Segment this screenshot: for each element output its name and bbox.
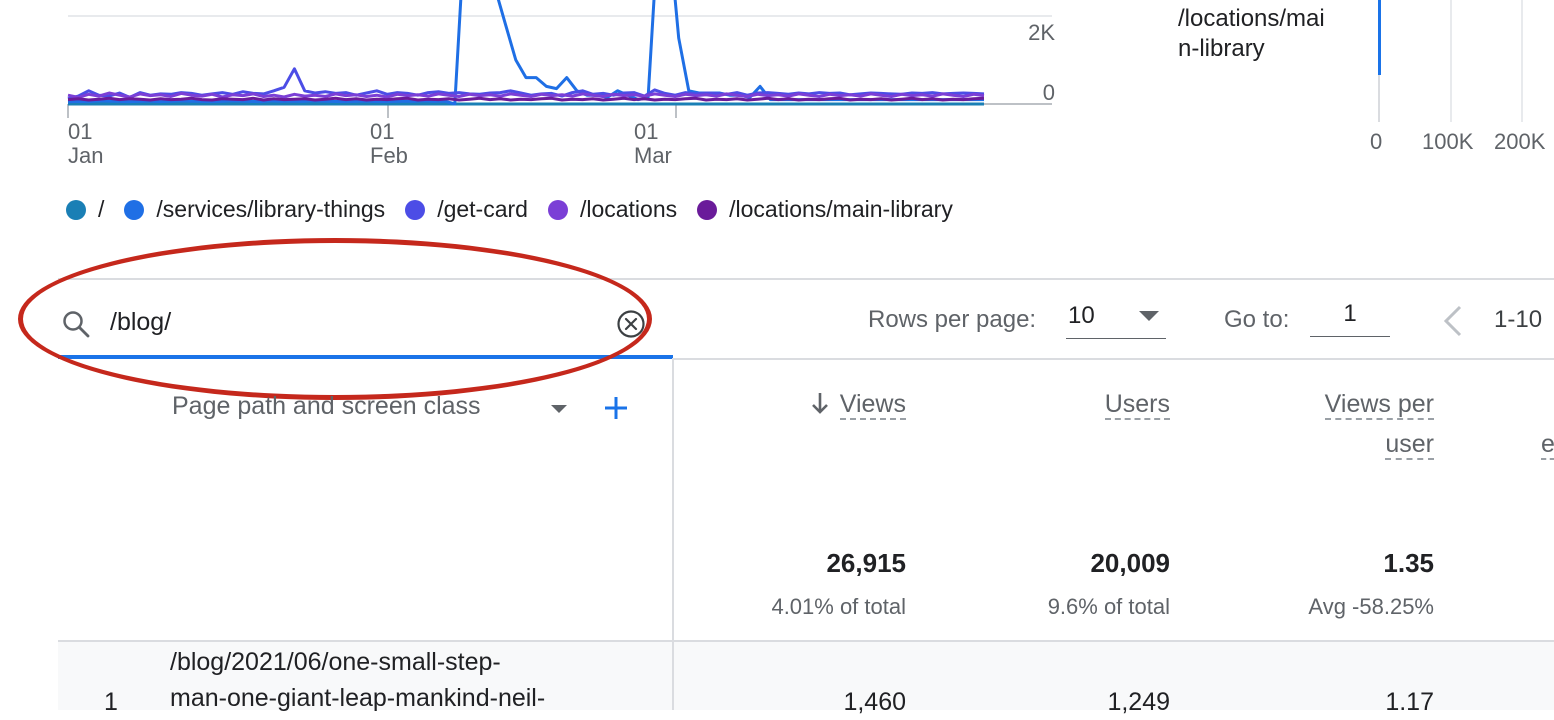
dimension-column-header[interactable]: Page path and screen class	[172, 392, 481, 421]
legend-item[interactable]: /	[66, 196, 104, 223]
total-views-per-user: 1.35	[1383, 548, 1434, 578]
dimension-dropdown-icon[interactable]	[550, 404, 568, 414]
total-users-percent: 9.6% of total	[1047, 594, 1170, 619]
total-users: 20,009	[1090, 548, 1170, 578]
total-views: 26,915	[826, 548, 906, 578]
bar-gridline	[1521, 0, 1523, 122]
rows-per-page-label: Rows per page:	[868, 306, 1037, 333]
bar-tick-label: 100K	[1422, 129, 1474, 154]
sort-descending-icon	[811, 393, 828, 414]
previous-page-icon[interactable]	[1440, 304, 1466, 338]
legend-label: /get-card	[437, 196, 528, 222]
header-divider	[673, 358, 1554, 360]
column-header-label: Views per	[1324, 390, 1434, 420]
row-index: 1	[104, 688, 118, 716]
rows-per-page-value: 10	[1068, 302, 1095, 329]
bar-tick-label: 0	[1370, 129, 1383, 154]
legend-label: /	[98, 196, 105, 222]
bar[interactable]	[1378, 0, 1381, 75]
search-active-underline	[58, 355, 673, 359]
column-header-label: user	[1385, 430, 1434, 460]
series-line-/locations/main-library	[67, 96, 985, 102]
total-views-percent: 4.01% of total	[771, 594, 906, 619]
x-tick-label: 01 Jan	[68, 119, 104, 168]
search-input[interactable]	[108, 298, 592, 346]
column-divider	[672, 642, 674, 710]
row-views: 1,460	[843, 688, 906, 716]
legend-label: /locations	[579, 196, 678, 222]
legend-dot-icon	[405, 199, 426, 220]
dropdown-arrow-icon	[1139, 311, 1159, 321]
go-to-label: Go to:	[1224, 306, 1290, 333]
column-header-label: Users	[1104, 390, 1170, 420]
column-header-views-per-user[interactable]: Views per user	[1230, 384, 1434, 464]
column-header-label: Views	[839, 390, 906, 420]
y-tick-label: 0	[1042, 80, 1055, 105]
page-range: 1-10	[1494, 306, 1543, 333]
search-icon	[63, 311, 90, 338]
chart-legend: / /services/library-things /get-card /lo…	[66, 196, 973, 223]
column-header-views[interactable]: Views	[700, 384, 906, 424]
rows-per-page-select[interactable]: 10	[1066, 298, 1166, 339]
legend-item[interactable]: /get-card	[405, 196, 528, 223]
go-to-page-input[interactable]: 1	[1310, 298, 1390, 337]
bar-category-label: /locations/mai n-library	[1178, 5, 1325, 62]
legend-dot-icon	[66, 199, 86, 220]
legend-item[interactable]: /locations/main-library	[697, 196, 953, 223]
add-dimension-icon[interactable]	[602, 394, 630, 422]
column-header-users[interactable]: Users	[970, 384, 1170, 424]
legend-item[interactable]: /services/library-things	[124, 196, 385, 223]
x-tick-label: 01 Mar	[634, 119, 672, 168]
row-users: 1,249	[1107, 688, 1170, 716]
legend-item[interactable]: /locations	[547, 196, 678, 223]
y-tick-label: 2K	[1028, 20, 1055, 45]
legend-dot-icon	[124, 199, 145, 220]
bar-tick-label: 200K	[1494, 129, 1546, 154]
go-to-page-value: 1	[1343, 300, 1357, 327]
legend-label: /locations/main-library	[729, 196, 953, 222]
section-divider	[58, 278, 1554, 280]
x-tick-label: 01 Feb	[370, 119, 408, 168]
column-header-label: e	[1541, 430, 1554, 460]
row-views-per-user: 1.17	[1385, 688, 1434, 716]
row-page-path[interactable]: /blog/2021/06/one-small-step- man-one-gi…	[170, 644, 545, 716]
column-header-partial[interactable]: e	[1541, 424, 1554, 464]
line-chart	[67, 0, 1052, 118]
bar-gridline	[1450, 0, 1452, 122]
legend-label: /services/library-things	[156, 196, 386, 222]
clear-search-icon[interactable]	[616, 309, 646, 339]
legend-dot-icon	[697, 199, 718, 220]
legend-dot-icon	[547, 199, 568, 220]
total-views-per-user-avg: Avg -58.25%	[1308, 594, 1434, 619]
